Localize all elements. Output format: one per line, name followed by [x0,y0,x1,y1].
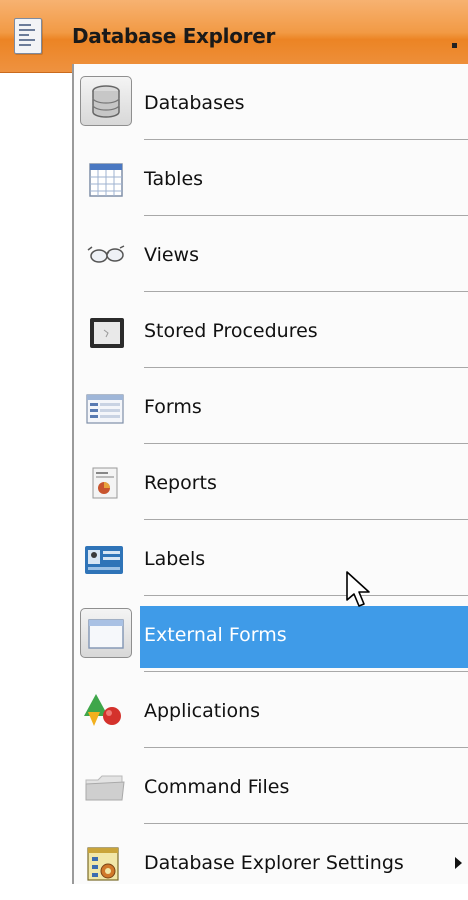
menu-item-stored-procedures[interactable]: Stored Procedures [74,292,468,368]
menu-item-external-forms[interactable]: External Forms [74,596,468,672]
applications-icon [84,694,121,726]
menu-item-label: Applications [144,700,261,722]
menu-item-label: Database Explorer Settings [144,852,404,874]
menu-item-label: Views [144,244,199,266]
menu-item-database-explorer-settings[interactable]: Database Explorer Settings [74,824,468,900]
report-icon [92,467,118,499]
menu-item-command-files[interactable]: Command Files [74,748,468,824]
window-icon [88,619,124,649]
procedure-icon [90,318,124,348]
menu-item-reports[interactable]: Reports [74,444,468,520]
menu-item-applications[interactable]: Applications [74,672,468,748]
menu-item-label: Reports [144,472,217,494]
menu-item-label: Databases [144,92,245,114]
table-icon [89,163,123,197]
database-icon [92,85,120,118]
menu-item-forms[interactable]: Forms [74,368,468,444]
submenu-arrow-icon [455,857,462,869]
menu-item-label: Command Files [144,776,290,798]
settings-icon [87,847,119,881]
menu-item-label: Tables [144,168,204,190]
menu-item-views[interactable]: Views [74,216,468,292]
explorer-menu: Databases Tables Views Stored Procedures [72,64,468,884]
glasses-icon [87,245,125,263]
menu-item-label: External Forms [144,624,287,646]
header-title: Database Explorer [72,24,276,48]
menu-item-label: Forms [144,396,202,418]
form-icon [86,394,124,424]
label-icon [85,546,123,574]
mouse-cursor-icon [346,571,370,607]
menu-item-labels[interactable]: Labels [74,520,468,596]
menu-item-label: Labels [144,548,206,570]
menu-item-databases[interactable]: Databases [74,64,468,140]
folder-icon [85,775,125,801]
dropdown-caret-icon[interactable] [452,43,457,48]
explorer-header[interactable]: Database Explorer [0,0,468,73]
app-document-icon [14,18,42,54]
menu-item-label: Stored Procedures [144,320,318,342]
menu-item-tables[interactable]: Tables [74,140,468,216]
